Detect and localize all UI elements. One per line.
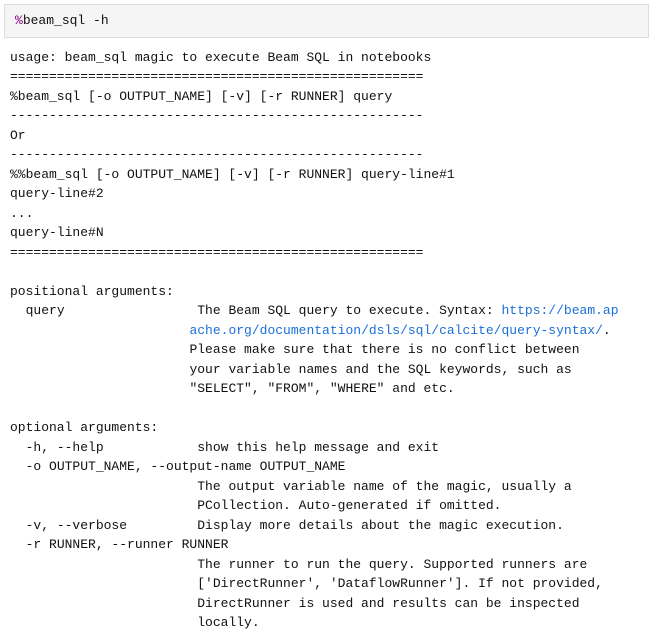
usage-single: %beam_sql [-o OUTPUT_NAME] [-v] [-r RUNN… xyxy=(10,87,643,107)
separator: ========================================… xyxy=(10,243,643,263)
usage-cell-line: ... xyxy=(10,204,643,224)
opt-desc-line: ['DirectRunner', 'DataflowRunner']. If n… xyxy=(10,574,643,594)
blank-line xyxy=(10,262,643,282)
magic-prefix: % xyxy=(15,13,23,28)
arg-desc-line: Please make sure that there is no confli… xyxy=(10,340,643,360)
usage-line: usage: beam_sql magic to execute Beam SQ… xyxy=(10,48,643,68)
or-label: Or xyxy=(10,126,643,146)
arg-label: query xyxy=(10,303,65,318)
dashes: ----------------------------------------… xyxy=(10,145,643,165)
opt-runner: -r RUNNER, --runner RUNNER xyxy=(10,535,643,555)
syntax-link-cont[interactable]: ache.org/documentation/dsls/sql/calcite/… xyxy=(10,323,603,338)
arg-query: query The Beam SQL query to execute. Syn… xyxy=(10,301,643,321)
output-cell: usage: beam_sql magic to execute Beam SQ… xyxy=(0,44,653,643)
opt-desc-line: The runner to run the query. Supported r… xyxy=(10,555,643,575)
opt-desc-line: PCollection. Auto-generated if omitted. xyxy=(10,496,643,516)
opt-verbose: -v, --verbose Display more details about… xyxy=(10,516,643,536)
opt-desc-line: DirectRunner is used and results can be … xyxy=(10,594,643,614)
usage-cell-line: query-line#2 xyxy=(10,184,643,204)
input-command: %beam_sql -h xyxy=(15,11,638,31)
usage-cell-line: %%beam_sql [-o OUTPUT_NAME] [-v] [-r RUN… xyxy=(10,165,643,185)
syntax-link[interactable]: https://beam.ap xyxy=(502,303,619,318)
opt-desc-line: The output variable name of the magic, u… xyxy=(10,477,643,497)
input-cell: %beam_sql -h xyxy=(4,4,649,38)
dashes: ----------------------------------------… xyxy=(10,106,643,126)
arg-desc-line: "SELECT", "FROM", "WHERE" and etc. xyxy=(10,379,643,399)
arg-desc-line: ache.org/documentation/dsls/sql/calcite/… xyxy=(10,321,643,341)
blank-line xyxy=(10,399,643,419)
opt-help: -h, --help show this help message and ex… xyxy=(10,438,643,458)
opt-output-name: -o OUTPUT_NAME, --output-name OUTPUT_NAM… xyxy=(10,457,643,477)
separator: ========================================… xyxy=(10,67,643,87)
usage-cell-line: query-line#N xyxy=(10,223,643,243)
positional-arguments-header: positional arguments: xyxy=(10,282,643,302)
opt-desc-line: locally. xyxy=(10,613,643,633)
arg-desc: The Beam SQL query to execute. Syntax: xyxy=(65,303,502,318)
arg-desc-line: your variable names and the SQL keywords… xyxy=(10,360,643,380)
optional-arguments-header: optional arguments: xyxy=(10,418,643,438)
command-text: beam_sql -h xyxy=(23,13,109,28)
